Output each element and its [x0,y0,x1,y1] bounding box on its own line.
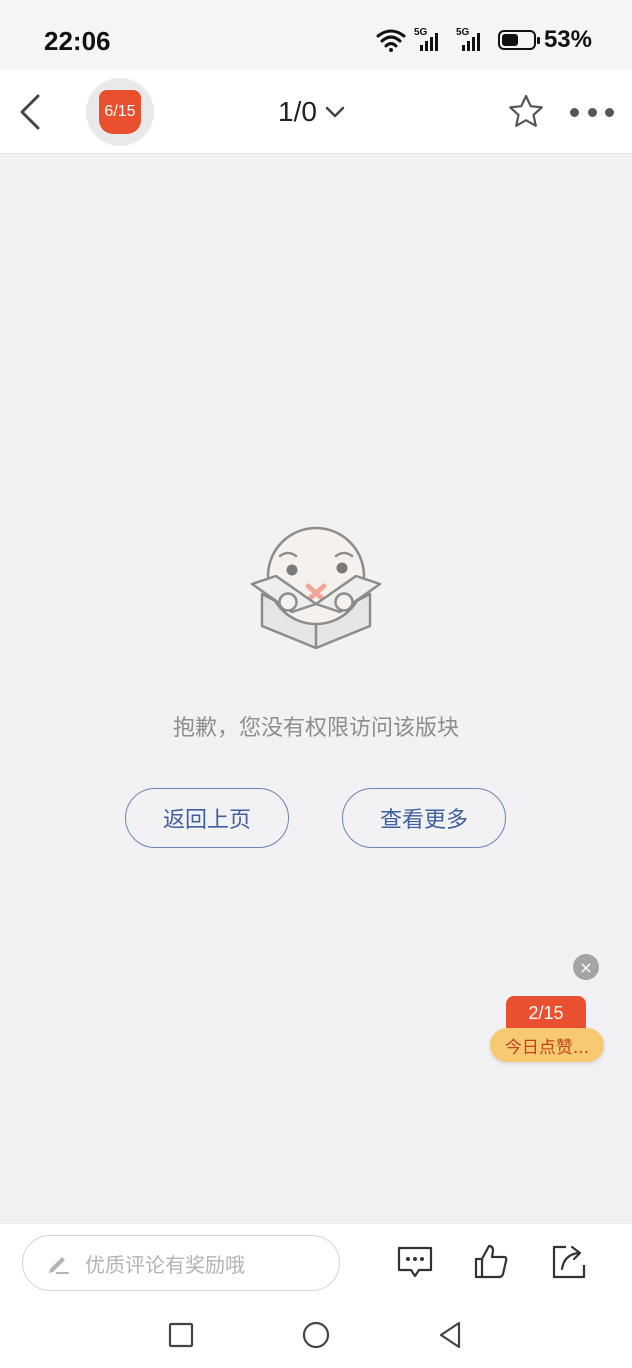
shield-icon: 6/15 [99,90,141,134]
cellular-signal-icon: 5G [414,27,448,53]
recent-apps-icon[interactable] [165,1319,197,1351]
back-triangle-icon[interactable] [435,1319,467,1351]
share-icon [552,1245,586,1279]
back-button[interactable] [14,88,50,136]
thumbs-up-icon [474,1244,508,1279]
daily-like-widget[interactable]: 今日点赞... [490,1028,604,1062]
comment-input[interactable]: 优质评论有奖励哦 [22,1235,340,1291]
status-time: 22:06 [44,26,111,56]
chevron-left-icon [20,94,40,130]
battery-percent: 53% [543,26,592,53]
no-permission-message: 抱歉，您没有权限访问该版块 [172,716,459,741]
comment-icon [397,1246,433,1278]
like-button[interactable] [470,1241,512,1283]
go-back-button[interactable]: 返回上页 [125,788,289,848]
cellular-signal-icon: 5G [456,27,490,53]
wifi-icon [376,29,406,52]
pencil-icon [49,1257,69,1274]
badge-count: 6/15 [104,103,136,120]
chevron-down-icon [325,106,345,118]
comment-placeholder: 优质评论有奖励哦 [85,1252,245,1277]
dot-icon [605,107,614,117]
favorite-button[interactable] [506,92,546,132]
page-selector[interactable]: 1/0 [278,92,345,132]
share-button[interactable] [548,1241,590,1283]
more-options-button[interactable] [570,100,614,124]
battery-icon [497,30,540,50]
dot-icon [570,107,579,117]
home-icon[interactable] [300,1319,332,1351]
status-icons: 5G 5G 53% [376,24,592,56]
daily-like-count[interactable]: 2/15 [506,996,586,1030]
page-indicator: 1/0 [278,96,317,127]
task-progress-badge[interactable]: 6/15 [86,78,154,146]
view-more-button[interactable]: 查看更多 [342,788,506,848]
top-nav-bar: 6/15 1/0 [0,70,632,154]
bottom-action-bar: 优质评论有奖励哦 [0,1223,632,1301]
empty-box-illustration [250,526,382,650]
close-widget-button[interactable]: × [573,954,599,980]
comments-button[interactable] [394,1241,436,1283]
status-bar: 22:06 5G 5G 53% [0,0,632,70]
dot-icon [587,107,597,117]
system-navigation-bar [0,1301,632,1368]
star-icon [509,94,543,127]
